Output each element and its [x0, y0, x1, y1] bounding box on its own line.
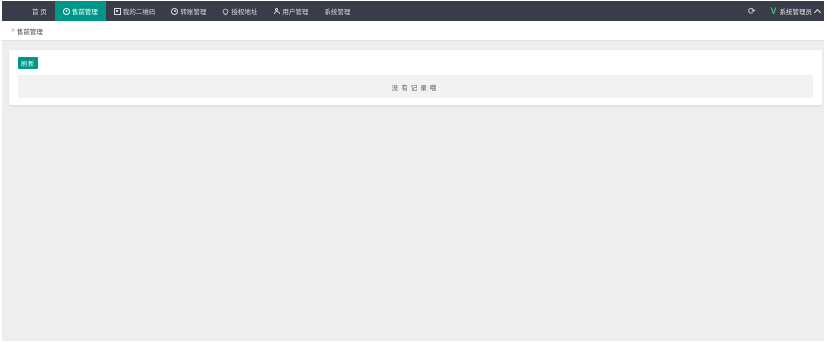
- nav-item-transfer[interactable]: 转账管理: [163, 1, 214, 21]
- nav-item-label: 用户管理: [282, 9, 309, 16]
- content-card: 刷新 没有记录哦: [9, 50, 822, 105]
- refresh-button[interactable]: 刷新: [18, 57, 38, 69]
- nav-item-label: 售前管理: [71, 9, 98, 16]
- nav-item-label: 授权地址: [231, 9, 258, 16]
- user-name: 系统管理员: [779, 9, 813, 16]
- clock-icon: [62, 7, 70, 15]
- main-nav: 首 页 售前管理 我的二维码 转账管理 授权地址 用户管理 系统管理: [24, 1, 358, 21]
- target-icon: [171, 7, 179, 15]
- chevron-up-icon: [813, 8, 822, 16]
- breadcrumb-current: 售前管理: [16, 28, 43, 36]
- top-navbar: 首 页 售前管理 我的二维码 转账管理 授权地址 用户管理 系统管理 ⟳ V 系…: [2, 1, 824, 21]
- header-tools: ⟳ V 系统管理员: [748, 1, 824, 21]
- breadcrumb: » 售前管理: [11, 26, 43, 36]
- empty-table: 没有记录哦: [18, 75, 813, 98]
- nav-item-system-management[interactable]: 系统管理: [316, 1, 358, 21]
- nav-item-auth-address[interactable]: 授权地址: [214, 1, 265, 21]
- user-menu[interactable]: V 系统管理员: [770, 6, 822, 16]
- qrcode-icon: [113, 7, 121, 15]
- nav-item-label: 系统管理: [324, 9, 351, 16]
- breadcrumb-bar: » 售前管理: [2, 21, 824, 41]
- nav-item-home[interactable]: 首 页: [24, 1, 55, 21]
- breadcrumb-separator-icon: »: [11, 27, 15, 34]
- refresh-icon[interactable]: ⟳: [748, 1, 756, 21]
- empty-message: 没有记录哦: [391, 84, 440, 92]
- nav-item-label: 首 页: [32, 9, 47, 16]
- nav-item-presales[interactable]: 售前管理: [54, 1, 106, 21]
- location-pin-icon: [221, 7, 230, 15]
- nav-item-user-management[interactable]: 用户管理: [265, 1, 316, 21]
- vue-logo-icon: V: [770, 6, 777, 16]
- nav-item-label: 我的二维码: [122, 9, 156, 16]
- user-icon: [273, 7, 280, 15]
- app-frame: 首 页 售前管理 我的二维码 转账管理 授权地址 用户管理 系统管理 ⟳ V 系…: [2, 1, 824, 341]
- nav-item-my-qrcode[interactable]: 我的二维码: [106, 1, 164, 21]
- nav-item-label: 转账管理: [180, 9, 207, 16]
